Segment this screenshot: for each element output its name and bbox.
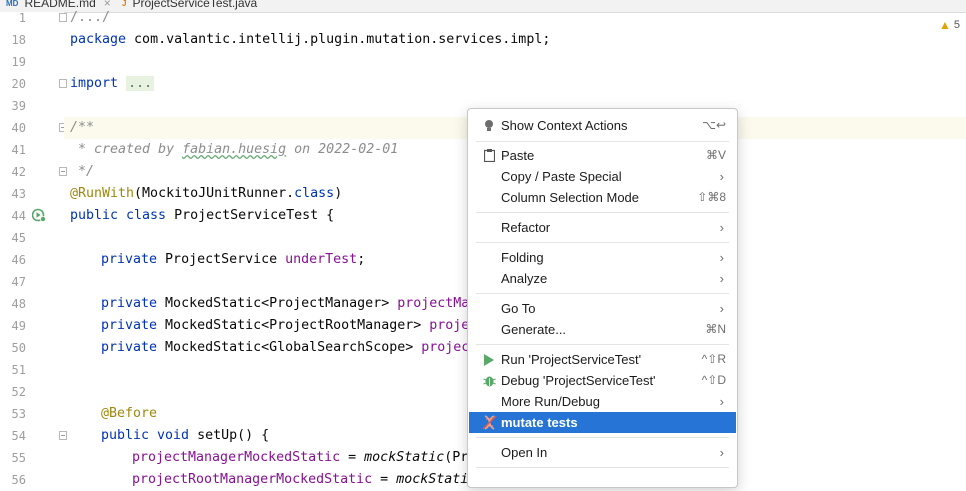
line-number: 19 <box>11 55 26 69</box>
lightbulb-icon <box>481 115 497 136</box>
chevron-right-icon: › <box>719 445 724 460</box>
code-line: /** <box>70 120 95 135</box>
line-number: 48 <box>11 297 26 311</box>
menu-item-refactor[interactable]: Refactor › <box>469 217 736 238</box>
chevron-right-icon: › <box>719 250 724 265</box>
code-line: @RunWith(MockitoJUnitRunner.class) <box>70 186 343 201</box>
run-play-icon <box>481 349 497 370</box>
chevron-right-icon: › <box>719 301 724 316</box>
line-number: 18 <box>11 33 26 47</box>
mutation-plugin-icon <box>481 412 497 433</box>
code-line: * created by fabian.huesig on 2022-02-01 <box>70 142 399 157</box>
line-number: 52 <box>11 385 26 399</box>
line-number: 40 <box>11 121 26 135</box>
menu-item-open-in[interactable]: Open In › <box>469 442 736 463</box>
code-line: public void setUp() { <box>101 428 270 443</box>
menu-item-generate[interactable]: Generate... ⌘N <box>469 319 736 340</box>
chevron-right-icon: › <box>719 169 724 184</box>
clipboard-icon <box>481 145 497 166</box>
line-number: 39 <box>11 99 26 113</box>
inspection-widget[interactable]: ▲ 5 <box>939 18 960 32</box>
menu-item-debug[interactable]: Debug 'ProjectServiceTest' ^⇧D <box>469 370 736 391</box>
menu-item-more-run-debug[interactable]: More Run/Debug › <box>469 391 736 412</box>
code-line: public class ProjectServiceTest { <box>70 208 335 223</box>
chevron-right-icon: › <box>719 220 724 235</box>
line-number: 46 <box>11 253 26 267</box>
code-line: private MockedStatic<ProjectRootManager>… <box>101 318 478 333</box>
line-number: 20 <box>11 77 26 91</box>
code-line: private MockedStatic<GlobalSearchScope> … <box>101 340 478 355</box>
menu-item-go-to[interactable]: Go To › <box>469 298 736 319</box>
line-number: 56 <box>11 473 26 487</box>
line-number: 44 <box>11 209 26 223</box>
menu-item-folding[interactable]: Folding › <box>469 247 736 268</box>
line-number: 51 <box>11 363 26 377</box>
debug-bug-icon <box>481 370 497 391</box>
folded-imports-placeholder[interactable]: ... <box>126 76 155 91</box>
chevron-right-icon: › <box>719 271 724 286</box>
code-line: private MockedStatic<ProjectManager> pro… <box>101 296 478 311</box>
code-line: /.../ <box>70 10 111 25</box>
menu-separator <box>476 141 729 142</box>
menu-separator <box>476 212 729 213</box>
line-number: 49 <box>11 319 26 333</box>
code-line: import ... <box>70 76 155 91</box>
code-line: package com.valantic.intellij.plugin.mut… <box>70 32 551 47</box>
code-line: */ <box>70 164 95 179</box>
menu-separator <box>476 344 729 345</box>
menu-separator <box>476 293 729 294</box>
menu-separator <box>476 467 729 468</box>
line-number: 47 <box>11 275 26 289</box>
editor-context-menu: Show Context Actions ⌥↩ Paste ⌘V Copy / … <box>467 108 738 488</box>
code-line: projectRootManagerMockedStatic = mockSta… <box>132 472 477 487</box>
menu-item-copy-paste-special[interactable]: Copy / Paste Special › <box>469 166 736 187</box>
line-number: 45 <box>11 231 26 245</box>
chevron-right-icon: › <box>719 394 724 409</box>
code-line: projectManagerMockedStatic = mockStatic(… <box>132 450 477 465</box>
warning-triangle-icon: ▲ <box>938 18 951 32</box>
line-number: 55 <box>11 451 26 465</box>
java-class-icon: J <box>122 0 127 8</box>
run-test-icon[interactable] <box>32 208 46 222</box>
tab-label: ProjectServiceTest.java <box>132 0 258 10</box>
menu-separator <box>476 437 729 438</box>
menu-item-column-selection-mode[interactable]: Column Selection Mode ⇧⌘8 <box>469 187 736 208</box>
line-number: 53 <box>11 407 26 421</box>
line-number: 54 <box>11 429 26 443</box>
menu-item-analyze[interactable]: Analyze › <box>469 268 736 289</box>
line-number: 43 <box>11 187 26 201</box>
warning-count: 5 <box>953 19 960 31</box>
line-number: 42 <box>11 165 26 179</box>
menu-item-run[interactable]: Run 'ProjectServiceTest' ^⇧R <box>469 349 736 370</box>
menu-item-show-context-actions[interactable]: Show Context Actions ⌥↩ <box>469 115 736 136</box>
line-number: 50 <box>11 341 26 355</box>
menu-separator <box>476 242 729 243</box>
line-number: 41 <box>11 143 26 157</box>
code-line: @Before <box>101 406 158 421</box>
code-line: private ProjectService underTest; <box>101 252 366 267</box>
menu-item-mutate-tests[interactable]: mutate tests <box>469 412 736 433</box>
editor-gutter: 1 18 19 20 39 40 41 42 43 44 45 46 47 48… <box>0 11 67 487</box>
line-number: 1 <box>18 11 26 25</box>
menu-item-paste[interactable]: Paste ⌘V <box>469 145 736 166</box>
